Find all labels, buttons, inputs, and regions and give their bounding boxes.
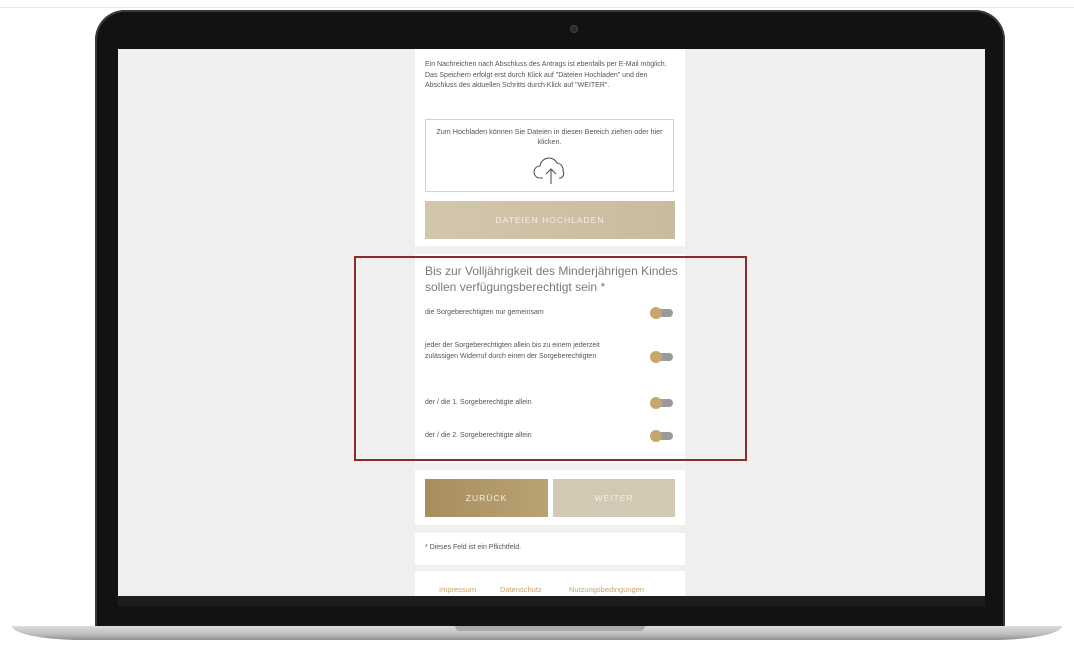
laptop-base-notch [455,626,645,631]
footer-link-datenschutz[interactable]: Datenschutz [500,585,542,594]
camera-icon [571,26,577,32]
required-field-note: * Dieses Feld ist ein Pflichtfeld. [425,544,522,551]
page-top-line [0,7,1074,8]
back-button[interactable]: ZURÜCK [425,479,548,517]
file-dropzone[interactable]: Zum Hochladen können Sie Dateien in dies… [425,119,674,192]
dropzone-text: Zum Hochladen können Sie Dateien in dies… [436,127,663,146]
highlight-frame [354,256,747,461]
upload-files-button[interactable]: DATEIEN HOCHLADEN [425,201,675,239]
footer-link-nutzungsbedingungen[interactable]: Nutzungsbedingungen [569,585,644,594]
laptop-screen: Ein Nachreichen nach Abschluss des Antra… [118,49,985,596]
upload-info-text: Ein Nachreichen nach Abschluss des Antra… [425,61,667,89]
cloud-upload-icon [533,157,565,184]
next-button[interactable]: WEITER [553,479,675,517]
footer-link-impressum[interactable]: Impressum [439,585,476,594]
laptop-bottom-strip [118,596,985,606]
